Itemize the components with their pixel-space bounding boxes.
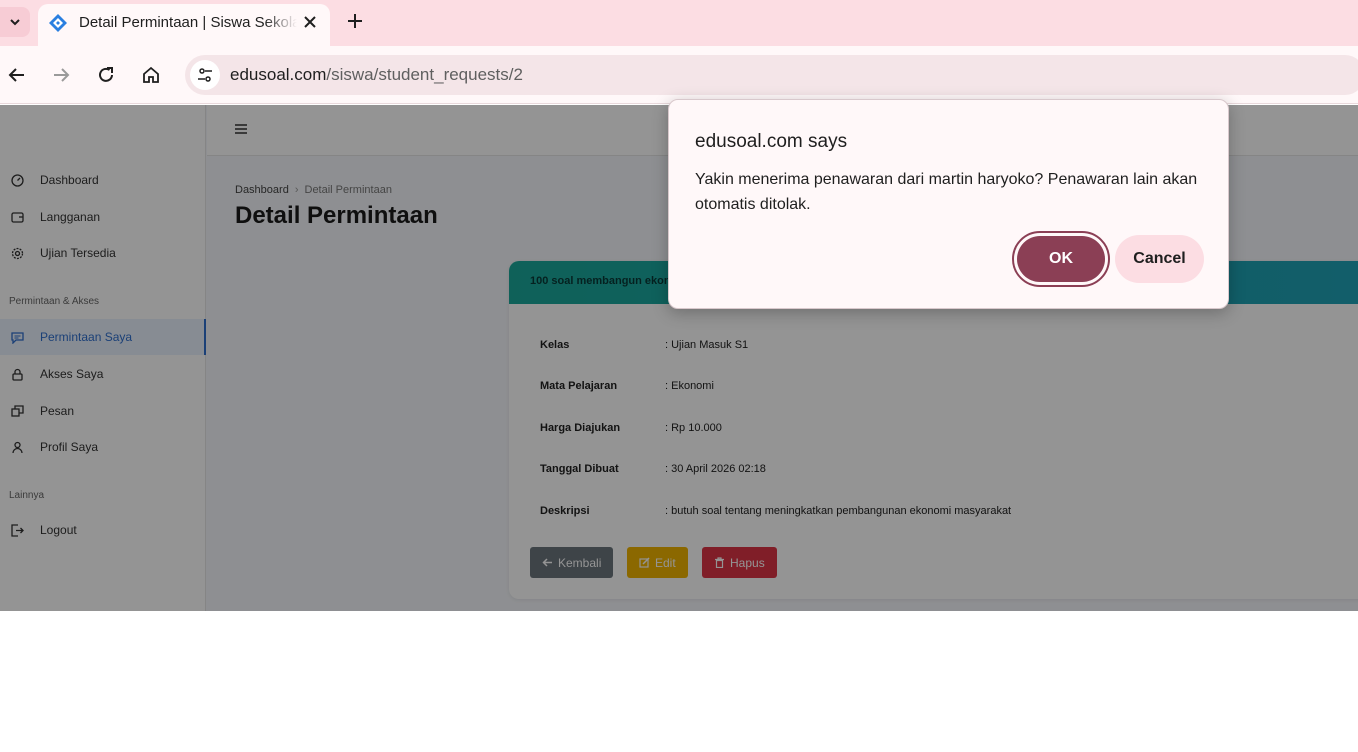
new-tab-button[interactable] bbox=[342, 8, 368, 34]
address-bar[interactable]: edusoal.com/siswa/student_requests/2 bbox=[185, 55, 1358, 95]
tab-title: Detail Permintaan | Siswa Sekolah bbox=[79, 14, 297, 31]
back-button[interactable] bbox=[2, 60, 32, 90]
home-icon bbox=[143, 66, 159, 83]
edusoal-favicon-icon bbox=[49, 14, 67, 32]
url-text: edusoal.com/siswa/student_requests/2 bbox=[230, 65, 523, 85]
arrow-left-icon bbox=[8, 68, 24, 82]
forward-button[interactable] bbox=[46, 60, 76, 90]
reload-button[interactable] bbox=[91, 60, 121, 90]
site-info-button[interactable] bbox=[190, 60, 220, 90]
browser-tab[interactable]: Detail Permintaan | Siswa Sekolah bbox=[38, 4, 330, 46]
dialog-title: edusoal.com says bbox=[695, 131, 848, 152]
cancel-button[interactable]: Cancel bbox=[1115, 235, 1204, 283]
browser-toolbar: edusoal.com/siswa/student_requests/2 bbox=[0, 46, 1358, 104]
dialog-message: Yakin menerima penawaran dari martin har… bbox=[695, 171, 1198, 213]
arrow-right-icon bbox=[54, 68, 70, 82]
reload-icon bbox=[99, 67, 113, 82]
home-button[interactable] bbox=[136, 60, 166, 90]
browser-tab-bar: Detail Permintaan | Siswa Sekolah bbox=[0, 0, 1358, 46]
chevron-down-icon bbox=[10, 19, 20, 26]
ok-button-label: OK bbox=[1017, 236, 1105, 282]
url-path: /siswa/student_requests/2 bbox=[326, 65, 523, 84]
ok-button[interactable]: OK bbox=[1012, 231, 1110, 287]
tab-list-button[interactable] bbox=[0, 7, 30, 37]
confirm-dialog: edusoal.com says Yakin menerima penawara… bbox=[668, 99, 1229, 309]
tune-icon bbox=[198, 68, 212, 82]
plus-icon bbox=[348, 14, 362, 28]
url-domain: edusoal.com bbox=[230, 65, 327, 84]
close-tab-icon[interactable] bbox=[300, 12, 320, 32]
